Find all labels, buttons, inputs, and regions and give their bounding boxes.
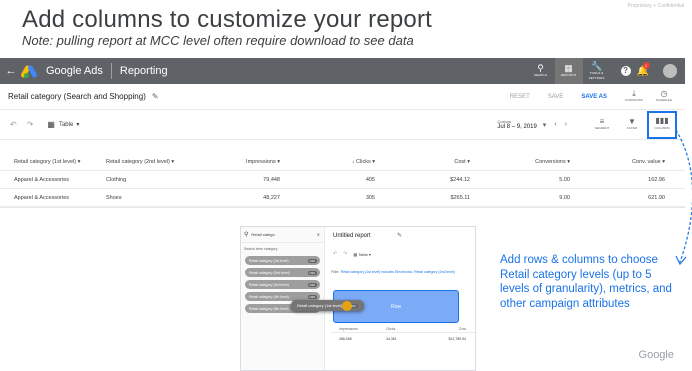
report-editor-screenshot: ⚲ Retail catego ✕ Search term category R… <box>240 226 476 371</box>
callout-text: Add rows & columns to choose Retail cate… <box>500 254 672 310</box>
column-header[interactable]: Impressions <box>331 327 386 331</box>
undo-icon[interactable]: ↶ <box>333 251 337 257</box>
table-row: 486,066 34,361 $12,785.94 <box>331 335 475 343</box>
inset-toolbar: ↶ ↷ ▦ Table ▾ <box>333 251 371 257</box>
field-chip[interactable]: Retail category (1st level) DIM <box>245 256 320 265</box>
field-chip[interactable]: Retail category (2nd level) DIM <box>245 268 320 277</box>
cursor-indicator <box>342 301 352 311</box>
close-icon[interactable]: ✕ <box>317 232 320 237</box>
search-value: Retail catego <box>251 232 275 237</box>
table-cell: 34,361 <box>386 337 397 341</box>
pencil-icon[interactable]: ✎ <box>397 232 402 239</box>
table-cell: $12,785.94 <box>448 337 466 341</box>
table-cell: 486,066 <box>339 337 352 341</box>
column-header[interactable]: Clicks <box>386 327 426 331</box>
redo-icon[interactable]: ↷ <box>343 251 347 257</box>
field-chip[interactable]: Retail category (3rd level) DIM <box>245 280 320 289</box>
fields-panel: ⚲ Retail catego ✕ Search term category R… <box>241 227 325 370</box>
dragged-field-chip[interactable]: Retail category (1st level) DIM <box>291 300 364 311</box>
field-search[interactable]: ⚲ Retail catego ✕ <box>241 227 324 243</box>
inset-table-header: Impressions Clicks Cost <box>331 325 475 333</box>
filter-row[interactable]: Filter Retail category (1st level) inclu… <box>331 270 455 274</box>
google-watermark: Google <box>638 349 674 361</box>
inset-report-title: Untitled report <box>333 233 371 239</box>
search-icon: ⚲ <box>244 232 249 238</box>
column-header[interactable]: Cost <box>426 327 466 331</box>
section-label: Search term category <box>244 247 278 251</box>
view-selector[interactable]: ▦ Table ▾ <box>353 252 371 257</box>
